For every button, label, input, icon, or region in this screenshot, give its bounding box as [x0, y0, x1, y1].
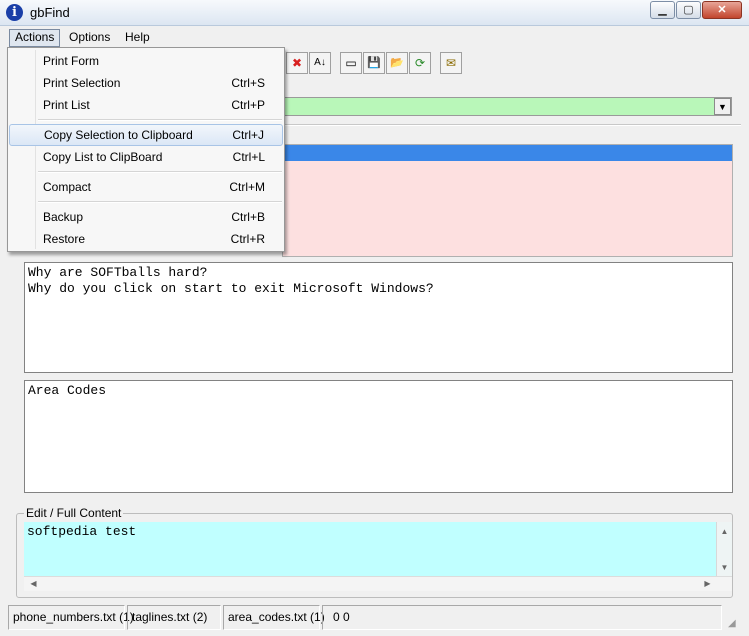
menu-item-shortcut: Ctrl+J [232, 128, 264, 142]
title-bar [0, 0, 749, 26]
scroll-right-icon[interactable]: ▶ [700, 576, 715, 591]
maximize-icon[interactable]: ▢ [676, 1, 701, 19]
menu-item-label: Print List [43, 98, 90, 112]
selected-row[interactable] [283, 145, 732, 161]
email-icon[interactable]: ✉ [440, 52, 462, 74]
menu-copy-list[interactable]: Copy List to ClipBoard Ctrl+L [9, 146, 283, 168]
menu-backup[interactable]: Backup Ctrl+B [9, 206, 283, 228]
delete-icon[interactable]: ✖ [286, 52, 308, 74]
menu-item-label: Copy Selection to Clipboard [44, 128, 193, 142]
close-icon[interactable]: ✕ [702, 1, 742, 19]
menu-item-shortcut: Ctrl+S [231, 76, 265, 90]
scroll-down-icon[interactable]: ▼ [717, 560, 732, 575]
menu-print-selection[interactable]: Print Selection Ctrl+S [9, 72, 283, 94]
sort-az-icon[interactable]: A↓ [309, 52, 331, 74]
menu-item-shortcut: Ctrl+B [231, 210, 265, 224]
menu-print-list[interactable]: Print List Ctrl+P [9, 94, 283, 116]
status-counts: 0 0 [322, 605, 722, 630]
status-file-phone-numbers: phone_numbers.txt (1) [8, 605, 134, 630]
menu-item-label: Restore [43, 232, 86, 246]
menu-help[interactable]: Help [120, 29, 155, 47]
resize-grip-icon[interactable]: ◢ [728, 617, 742, 631]
menu-item-label: Print Form [43, 54, 100, 68]
menu-item-shortcut: Ctrl+R [230, 232, 265, 246]
menu-item-label: Compact [43, 180, 92, 194]
menu-item-label: Print Selection [43, 76, 121, 90]
menu-separator [38, 171, 282, 173]
menu-item-label: Backup [43, 210, 84, 224]
taglines-textbox[interactable]: Why are SOFTballs hard? Why do you click… [24, 262, 733, 373]
menu-actions[interactable]: Actions [9, 29, 61, 47]
window-title: gbFind [30, 5, 70, 20]
search-combo[interactable] [282, 97, 732, 116]
menu-item-shortcut: Ctrl+L [232, 150, 265, 164]
menu-compact[interactable]: Compact Ctrl+M [9, 176, 283, 198]
menu-options[interactable]: Options [64, 29, 115, 47]
menu-restore[interactable]: Restore Ctrl+R [9, 228, 283, 250]
refresh-icon[interactable]: ⟳ [409, 52, 431, 74]
category-textbox[interactable]: Area Codes [24, 380, 733, 493]
menu-separator [38, 119, 282, 121]
actions-dropdown-menu: Print Form Print Selection Ctrl+S Print … [7, 47, 285, 252]
open-folder-icon[interactable]: 📂 [386, 52, 408, 74]
chevron-down-icon[interactable]: ▼ [714, 98, 731, 115]
menu-separator [38, 201, 282, 203]
menu-item-shortcut: Ctrl+P [231, 98, 265, 112]
edit-group-label: Edit / Full Content [24, 506, 124, 520]
scroll-left-icon[interactable]: ◀ [26, 576, 41, 591]
status-file-taglines: taglines.txt (2) [127, 605, 221, 630]
status-file-area-codes: area_codes.txt (1) [223, 605, 325, 630]
menu-item-shortcut: Ctrl+M [229, 180, 265, 194]
menu-item-label: Copy List to ClipBoard [43, 150, 163, 164]
edit-content-textarea[interactable]: softpedia test [24, 522, 717, 576]
scroll-up-icon[interactable]: ▲ [717, 524, 732, 539]
edit-horizontal-scrollbar[interactable] [24, 576, 732, 591]
menu-print-form[interactable]: Print Form [9, 50, 283, 72]
blank-icon[interactable]: ▭ [340, 52, 362, 74]
minimize-icon[interactable]: ▁ [650, 1, 675, 19]
menu-copy-selection[interactable]: Copy Selection to Clipboard Ctrl+J [9, 124, 283, 146]
app-info-icon[interactable]: i [6, 4, 23, 21]
save-icon[interactable]: 💾 [363, 52, 385, 74]
